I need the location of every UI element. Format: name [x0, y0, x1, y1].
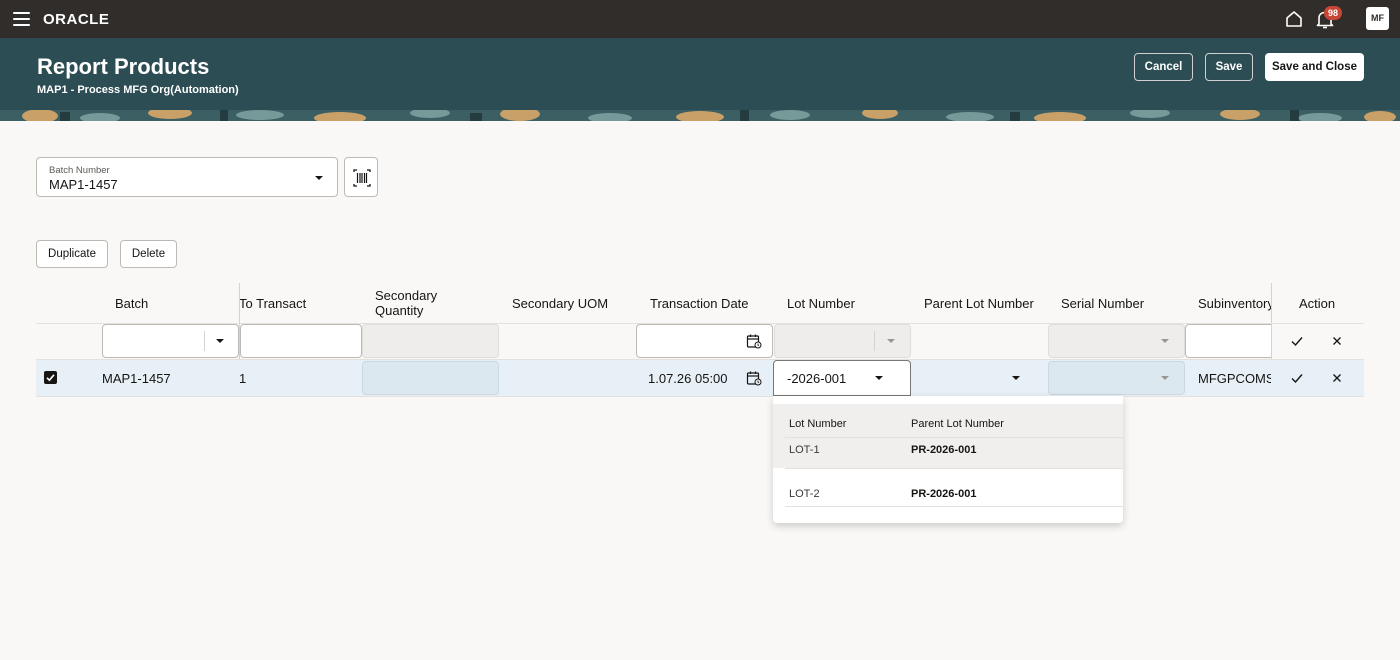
serial-number-filter-input [1048, 324, 1185, 358]
column-header-batch[interactable]: Batch [115, 283, 148, 323]
batch-number-value: MAP1-1457 [49, 177, 118, 192]
notification-badge: 98 [1324, 6, 1342, 20]
cell-to-transact[interactable]: 1 [239, 371, 246, 386]
subinventory-filter-input[interactable] [1185, 324, 1271, 358]
serial-number-input [1048, 361, 1185, 395]
menu-icon[interactable] [13, 12, 30, 26]
check-icon[interactable] [1290, 371, 1304, 385]
lot-number-dropdown: Lot Number Parent Lot Number LOT-1 PR-20… [773, 396, 1123, 523]
chevron-down-icon [1161, 376, 1169, 380]
checkmark-icon [46, 374, 55, 382]
divider [785, 468, 1123, 469]
batch-number-label: Batch Number [49, 165, 110, 176]
lot-number-input[interactable]: -2026-001 [773, 360, 911, 396]
column-header-parent-lot-number[interactable]: Parent Lot Number [924, 283, 1034, 323]
barcode-icon [353, 169, 371, 187]
column-header-serial-number[interactable]: Serial Number [1061, 283, 1144, 323]
close-icon[interactable] [1330, 371, 1344, 385]
cell-transaction-date[interactable]: 1.07.26 05:00 [648, 371, 728, 386]
page-header: Report Products MAP1 - Process MFG Org(A… [0, 38, 1400, 121]
delete-button[interactable]: Delete [120, 240, 177, 268]
transaction-date-filter-input[interactable] [636, 324, 773, 358]
column-header-subinventory[interactable]: Subinventory [1198, 283, 1271, 323]
option-lot[interactable]: LOT-1 [789, 444, 820, 456]
header-pattern [0, 110, 1400, 121]
row-select-checkbox[interactable] [44, 371, 57, 384]
secondary-quantity-filter-input [362, 324, 499, 358]
cell-secondary-quantity [362, 361, 499, 395]
option-parent-lot[interactable]: PR-2026-001 [911, 488, 976, 500]
option-parent-lot[interactable]: PR-2026-001 [911, 444, 976, 456]
divider [785, 506, 1123, 507]
save-and-close-button[interactable]: Save and Close [1265, 53, 1364, 81]
page-title: Report Products [37, 54, 210, 79]
column-header-action: Action [1299, 295, 1336, 311]
column-header-to-transact[interactable]: To Transact [239, 283, 306, 323]
top-bar: ORACLE 98 MF [0, 0, 1400, 38]
calendar-icon[interactable] [746, 370, 762, 386]
save-button[interactable]: Save [1205, 53, 1253, 81]
chevron-down-icon [887, 339, 895, 343]
dropdown-header-parent: Parent Lot Number [911, 418, 1004, 430]
cancel-button[interactable]: Cancel [1134, 53, 1193, 81]
column-header-secondary-quantity[interactable]: Secondary Quantity [375, 283, 455, 323]
page-subtitle: MAP1 - Process MFG Org(Automation) [37, 84, 239, 96]
to-transact-filter-input[interactable] [240, 324, 362, 358]
lot-number-filter-input [774, 324, 911, 358]
column-header-secondary-uom[interactable]: Secondary UOM [512, 283, 608, 323]
row-divider [36, 396, 1364, 397]
lot-number-value: -2026-001 [787, 371, 847, 386]
check-icon[interactable] [1290, 334, 1304, 348]
barcode-scan-button[interactable] [344, 157, 378, 197]
batch-number-select[interactable]: Batch Number MAP1-1457 [36, 157, 338, 197]
cell-subinventory[interactable]: MFGPCOMSU [1198, 371, 1271, 386]
chevron-down-icon[interactable] [875, 376, 883, 380]
chevron-down-icon[interactable] [216, 339, 224, 343]
cell-batch: MAP1-1457 [102, 371, 171, 386]
home-icon[interactable] [1284, 9, 1304, 29]
calendar-icon[interactable] [746, 333, 762, 349]
duplicate-button[interactable]: Duplicate [36, 240, 108, 268]
dropdown-header-lot: Lot Number [789, 418, 847, 430]
chevron-down-icon [1161, 339, 1169, 343]
chevron-down-icon[interactable] [315, 176, 323, 180]
column-header-transaction-date[interactable]: Transaction Date [650, 283, 749, 323]
column-header-lot-number[interactable]: Lot Number [787, 283, 855, 323]
avatar[interactable]: MF [1366, 7, 1389, 30]
close-icon[interactable] [1330, 334, 1344, 348]
oracle-logo[interactable]: ORACLE [43, 11, 109, 28]
parent-lot-dropdown-icon[interactable] [1012, 376, 1020, 380]
option-lot[interactable]: LOT-2 [789, 488, 820, 500]
batch-filter-input[interactable] [102, 324, 239, 358]
